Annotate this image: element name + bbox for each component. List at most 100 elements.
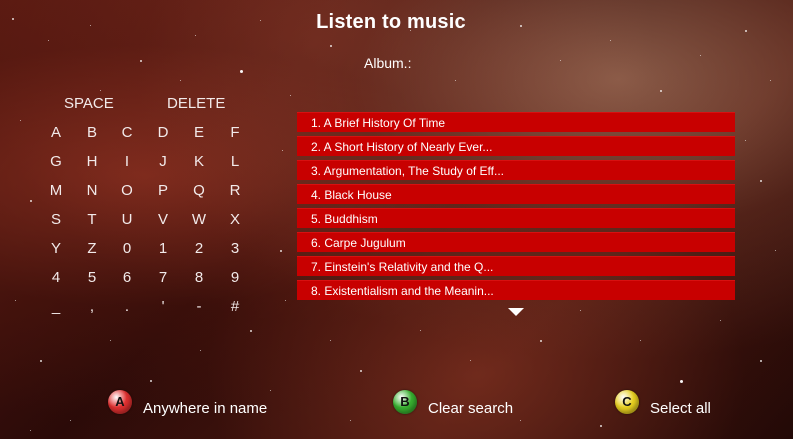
star xyxy=(280,250,282,252)
star xyxy=(770,80,771,81)
keyboard-key[interactable]: F xyxy=(223,124,247,141)
keyboard-key[interactable]: K xyxy=(187,153,211,170)
page-title: Listen to music xyxy=(316,11,466,33)
keyboard-key[interactable]: P xyxy=(151,182,175,199)
album-list-item[interactable]: 4. Black House xyxy=(297,184,735,204)
star xyxy=(140,60,142,62)
star xyxy=(360,370,362,372)
keyboard-key[interactable]: ' xyxy=(151,298,175,315)
star xyxy=(745,140,746,141)
scroll-down-arrow-icon[interactable] xyxy=(508,308,524,316)
star xyxy=(680,380,683,383)
keyboard-key[interactable]: 0 xyxy=(115,240,139,257)
keyboard-key[interactable]: D xyxy=(151,124,175,141)
star xyxy=(720,320,721,321)
keyboard-key[interactable]: V xyxy=(151,211,175,228)
album-list-item[interactable]: 2. A Short History of Nearly Ever... xyxy=(297,136,735,156)
a-button-icon: A xyxy=(108,390,132,414)
star xyxy=(70,420,71,421)
keyboard-key[interactable]: O xyxy=(115,182,139,199)
star xyxy=(110,340,111,341)
keyboard-key[interactable]: 9 xyxy=(223,269,247,286)
keyboard-key[interactable]: 7 xyxy=(151,269,175,286)
album-list-item[interactable]: 5. Buddhism xyxy=(297,208,735,228)
star xyxy=(40,360,42,362)
album-list-item[interactable]: 6. Carpe Jugulum xyxy=(297,232,735,252)
keyboard-key[interactable]: W xyxy=(187,211,211,228)
star xyxy=(150,380,152,382)
keyboard-key[interactable]: U xyxy=(115,211,139,228)
keyboard-key[interactable]: B xyxy=(80,124,104,141)
keyboard-key[interactable]: G xyxy=(44,153,68,170)
star xyxy=(200,350,201,351)
keyboard-key[interactable]: 6 xyxy=(115,269,139,286)
star xyxy=(48,40,49,41)
keyboard-key[interactable]: 8 xyxy=(187,269,211,286)
keyboard-key[interactable]: Y xyxy=(44,240,68,257)
keyboard-key[interactable]: 3 xyxy=(223,240,247,257)
star xyxy=(282,150,283,151)
keyboard-key[interactable]: S xyxy=(44,211,68,228)
star xyxy=(290,95,291,96)
keyboard-key[interactable]: R xyxy=(223,182,247,199)
keyboard-key[interactable]: A xyxy=(44,124,68,141)
keyboard-key[interactable]: T xyxy=(80,211,104,228)
space-key[interactable]: SPACE xyxy=(64,95,114,112)
album-list-item[interactable]: 3. Argumentation, The Study of Eff... xyxy=(297,160,735,180)
hint-label: Anywhere in name xyxy=(143,400,268,417)
album-list-item[interactable]: 7. Einstein's Relativity and the Q... xyxy=(297,256,735,276)
star xyxy=(15,300,16,301)
star xyxy=(760,180,762,182)
keyboard-key[interactable]: # xyxy=(223,298,247,315)
star xyxy=(640,340,641,341)
album-list-item[interactable]: 1. A Brief History Of Time xyxy=(297,112,735,132)
keyboard-key[interactable]: Z xyxy=(80,240,104,257)
keyboard-key[interactable]: E xyxy=(187,124,211,141)
album-list: 1. A Brief History Of Time 2. A Short His… xyxy=(297,112,735,304)
star xyxy=(420,330,421,331)
star xyxy=(180,80,181,81)
star xyxy=(470,360,471,361)
star xyxy=(700,55,701,56)
hint-label: Clear search xyxy=(428,400,514,417)
star xyxy=(455,80,456,81)
keyboard-key[interactable]: L xyxy=(223,153,247,170)
star xyxy=(610,40,611,41)
star xyxy=(520,420,521,421)
star xyxy=(270,390,271,391)
c-button-icon: C xyxy=(615,390,639,414)
keyboard-key[interactable]: 2 xyxy=(187,240,211,257)
keyboard-key[interactable]: . xyxy=(115,298,139,315)
star xyxy=(330,45,332,47)
keyboard-key[interactable]: M xyxy=(44,182,68,199)
star xyxy=(350,420,351,421)
album-list-item[interactable]: 8. Existentialism and the Meanin... xyxy=(297,280,735,300)
keyboard-key[interactable]: , xyxy=(80,298,104,315)
delete-key[interactable]: DELETE xyxy=(167,95,225,112)
keyboard-key[interactable]: C xyxy=(115,124,139,141)
keyboard-key[interactable]: 1 xyxy=(151,240,175,257)
star xyxy=(580,310,581,311)
star xyxy=(195,35,196,36)
keyboard-key[interactable]: X xyxy=(223,211,247,228)
star xyxy=(30,200,32,202)
b-button-icon: B xyxy=(393,390,417,414)
keyboard-key[interactable]: - xyxy=(187,298,211,315)
keyboard-key[interactable]: _ xyxy=(44,298,68,315)
keyboard-key[interactable]: N xyxy=(80,182,104,199)
keyboard-key[interactable]: I xyxy=(115,153,139,170)
keyboard-key[interactable]: H xyxy=(80,153,104,170)
star xyxy=(540,340,542,342)
keyboard-key[interactable]: J xyxy=(151,153,175,170)
star xyxy=(250,330,252,332)
keyboard-key[interactable]: Q xyxy=(187,182,211,199)
keyboard-key[interactable]: 4 xyxy=(44,269,68,286)
star xyxy=(100,90,101,91)
star xyxy=(560,60,561,61)
star xyxy=(775,250,776,251)
hint-label: Select all xyxy=(650,400,711,417)
star xyxy=(330,340,331,341)
star xyxy=(600,425,602,427)
star xyxy=(285,300,286,301)
keyboard-key[interactable]: 5 xyxy=(80,269,104,286)
